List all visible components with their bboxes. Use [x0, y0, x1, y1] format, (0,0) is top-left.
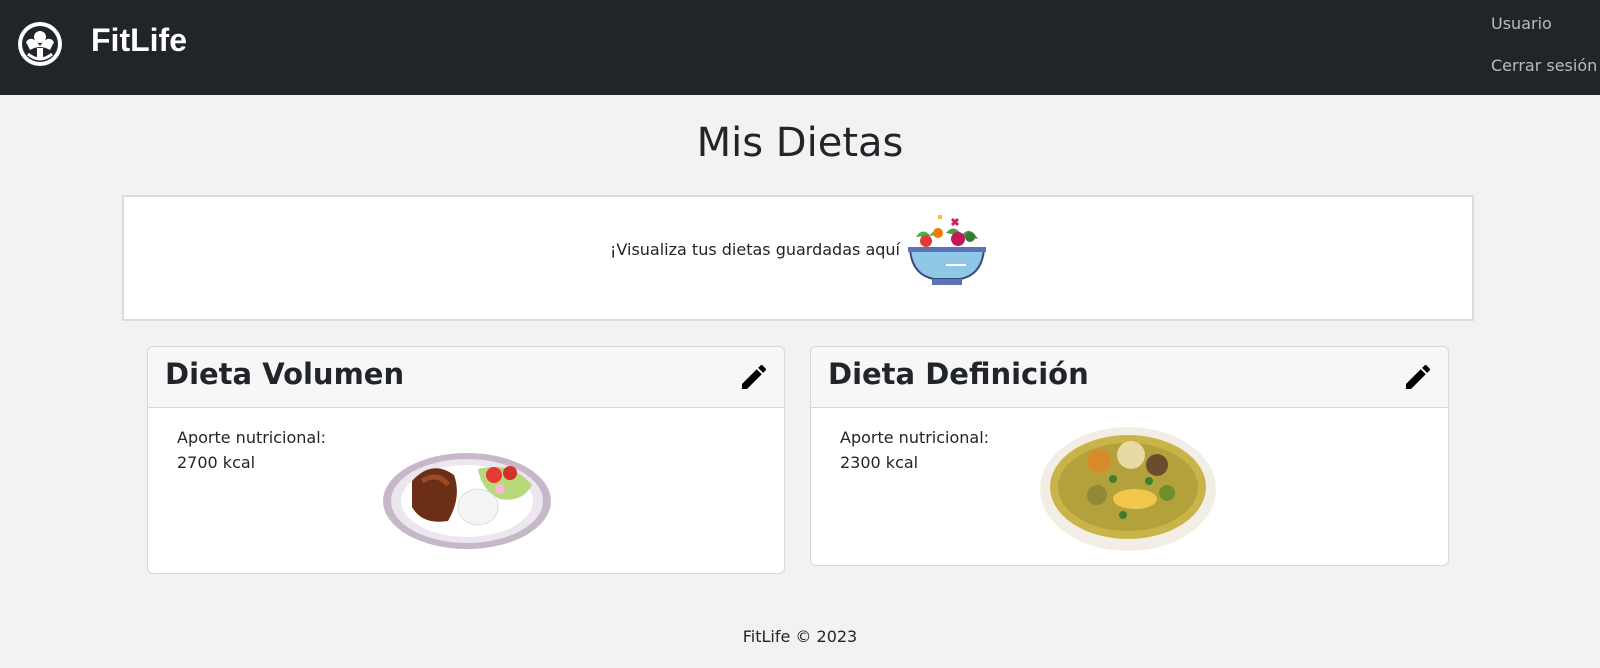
brand-name[interactable]: FitLife — [91, 22, 187, 59]
diet-card-definicion[interactable]: Dieta Definición Aporte nutricional: 230… — [810, 346, 1449, 566]
card-header: Dieta Definición — [811, 347, 1448, 408]
diet-card-volumen[interactable]: Dieta Volumen Aporte nutricional: 2700 k… — [147, 346, 785, 574]
intro-panel: ¡Visualiza tus dietas guardadas aquí! — [122, 195, 1474, 321]
intro-text: ¡Visualiza tus dietas guardadas aquí! — [610, 240, 907, 259]
nutrition-value: 2700 kcal — [177, 453, 256, 472]
nav-link-logout[interactable]: Cerrar sesión — [1491, 56, 1597, 75]
footer-copyright: FitLife © 2023 — [742, 627, 858, 646]
card-header: Dieta Volumen — [148, 347, 784, 408]
nutrition-value: 2300 kcal — [840, 453, 919, 472]
pencil-icon[interactable] — [738, 361, 770, 393]
nutrition-label: Aporte nutricional: — [177, 428, 327, 447]
nutrition-label: Aporte nutricional: — [840, 428, 990, 447]
navbar: FitLife Usuario Cerrar sesión — [0, 0, 1600, 95]
soup-bowl-image — [1040, 427, 1216, 551]
meat-rice-plate-image — [383, 453, 551, 549]
diet-title: Dieta Definición — [828, 357, 1089, 391]
pencil-icon[interactable] — [1402, 361, 1434, 393]
page-title: Mis Dietas — [696, 120, 904, 166]
nav-link-user[interactable]: Usuario — [1491, 14, 1552, 33]
diet-title: Dieta Volumen — [165, 357, 405, 391]
fitlife-logo-icon[interactable] — [16, 20, 64, 68]
salad-bowl-icon — [902, 209, 992, 299]
